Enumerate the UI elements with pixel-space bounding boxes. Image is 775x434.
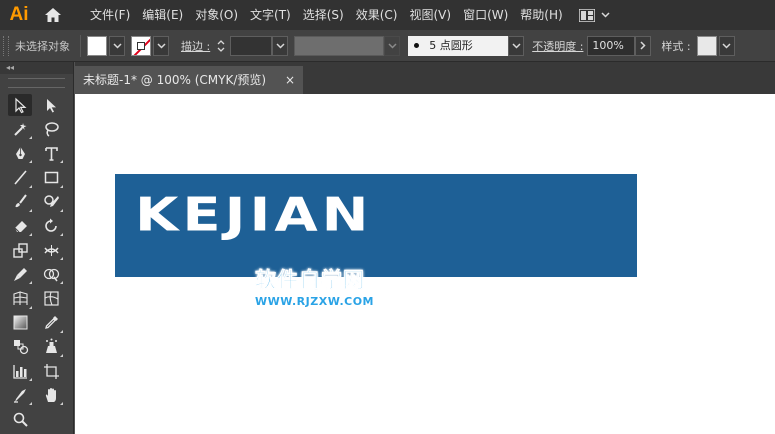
menu-window[interactable]: 窗口(W) [457,0,514,30]
document-tab[interactable]: 未标题-1* @ 100% (CMYK/预览) × [75,66,303,94]
stroke-dropdown[interactable] [153,35,169,56]
direct-selection-tool-icon[interactable] [39,94,63,116]
fill-dropdown[interactable] [109,35,125,56]
variable-width-dropdown[interactable] [384,35,401,56]
puppet-warp-tool-icon[interactable] [8,263,32,285]
shaper-tool-icon[interactable] [39,191,63,213]
brush-definition[interactable]: 5 点圆形 [408,35,509,56]
eraser-tool-icon[interactable] [8,215,32,237]
tools-panel: ◂◂ [0,62,74,434]
opacity-expand[interactable] [635,35,652,56]
chevron-down-icon [722,42,731,49]
chevron-down-icon [156,42,166,49]
menu-file[interactable]: 文件(F) [84,0,136,30]
document-tab-title: 未标题-1* @ 100% (CMYK/预览) [83,73,267,87]
column-graph-tool-icon[interactable] [8,360,32,382]
style-label: 样式 : [661,39,691,53]
chevron-down-icon [601,12,610,18]
width-tool-icon[interactable] [39,239,63,261]
selection-tool-icon[interactable] [8,94,32,116]
lasso-tool-icon[interactable] [39,118,63,140]
mesh-tool-icon[interactable] [39,288,63,310]
gradient-tool-icon[interactable] [8,312,32,334]
control-bar: 未选择对象 描边 : 5 点圆形 不透明度 : 100% 样式 : [0,30,775,62]
app-logo: Ai [9,4,29,25]
tools-collapse-button[interactable]: ◂◂ [0,62,73,74]
workspace-grid-icon [578,8,595,22]
chevron-down-icon [112,42,122,49]
artboard-tool-icon[interactable] [39,360,63,382]
stroke-label[interactable]: 描边 : [181,38,210,54]
pen-tool-icon[interactable] [8,142,32,164]
menu-effect[interactable]: 效果(C) [350,0,404,30]
perspective-grid-tool-icon[interactable] [8,288,32,310]
menu-edit[interactable]: 编辑(E) [136,0,189,30]
menu-view[interactable]: 视图(V) [403,0,457,30]
logo-wordmark[interactable]: KEJIAN [135,193,373,239]
chevron-down-icon [512,42,521,49]
blend-tool-icon[interactable] [8,336,32,358]
chevron-down-icon [388,42,397,49]
rotate-tool-icon[interactable] [39,215,63,237]
workspace-switcher[interactable] [578,8,610,22]
scale-tool-icon[interactable] [8,239,32,261]
tools-panel-grip[interactable] [8,78,65,88]
graphic-style-swatch[interactable] [696,35,717,56]
opacity-label[interactable]: 不透明度 : [532,38,583,54]
menu-type[interactable]: 文字(T) [244,0,297,30]
control-bar-grip[interactable] [3,35,9,56]
watermark-chinese: 软件自学网 [255,268,365,293]
type-tool-icon[interactable] [39,142,63,164]
paintbrush-tool-icon[interactable] [8,191,32,213]
watermark-url: WWW.RJZXW.COM [255,295,374,308]
stroke-weight-input[interactable] [230,35,273,56]
slice-tool-icon[interactable] [8,384,32,406]
rectangle-tool-icon[interactable] [39,167,63,189]
zoom-tool-icon[interactable] [8,408,32,430]
menu-object[interactable]: 对象(O) [189,0,244,30]
chevron-down-icon [276,42,285,49]
home-icon[interactable] [38,0,68,30]
artboard-canvas[interactable]: KEJIAN 软件自学网 WWW.RJZXW.COM [75,94,775,434]
fill-swatch[interactable] [87,35,107,56]
menu-help[interactable]: 帮助(H) [514,0,568,30]
eyedropper-tool-icon[interactable] [39,312,63,334]
close-icon[interactable]: × [285,66,295,94]
stroke-weight-spinner[interactable] [214,36,228,56]
menu-bar: Ai 文件(F) 编辑(E) 对象(O) 文字(T) 选择(S) 效果(C) 视… [0,0,775,30]
variable-width-profile[interactable] [294,35,385,56]
shape-builder-tool-icon[interactable] [39,263,63,285]
stroke-weight-dropdown[interactable] [272,35,289,56]
hand-tool-icon[interactable] [39,384,63,406]
brush-dropdown[interactable] [508,35,525,56]
graphic-style-dropdown[interactable] [718,35,735,56]
magic-wand-tool-icon[interactable] [8,118,32,140]
brush-dot-icon [414,43,420,48]
document-tab-bar: 未标题-1* @ 100% (CMYK/预览) × [75,62,775,94]
menu-select[interactable]: 选择(S) [297,0,350,30]
opacity-input[interactable]: 100% [587,35,636,56]
brush-value: 5 点圆形 [429,38,473,52]
line-segment-tool-icon[interactable] [8,167,32,189]
selection-status: 未选择对象 [15,39,70,53]
stroke-swatch[interactable] [131,35,151,56]
symbol-sprayer-tool-icon[interactable] [39,336,63,358]
chevron-right-icon [640,41,646,50]
